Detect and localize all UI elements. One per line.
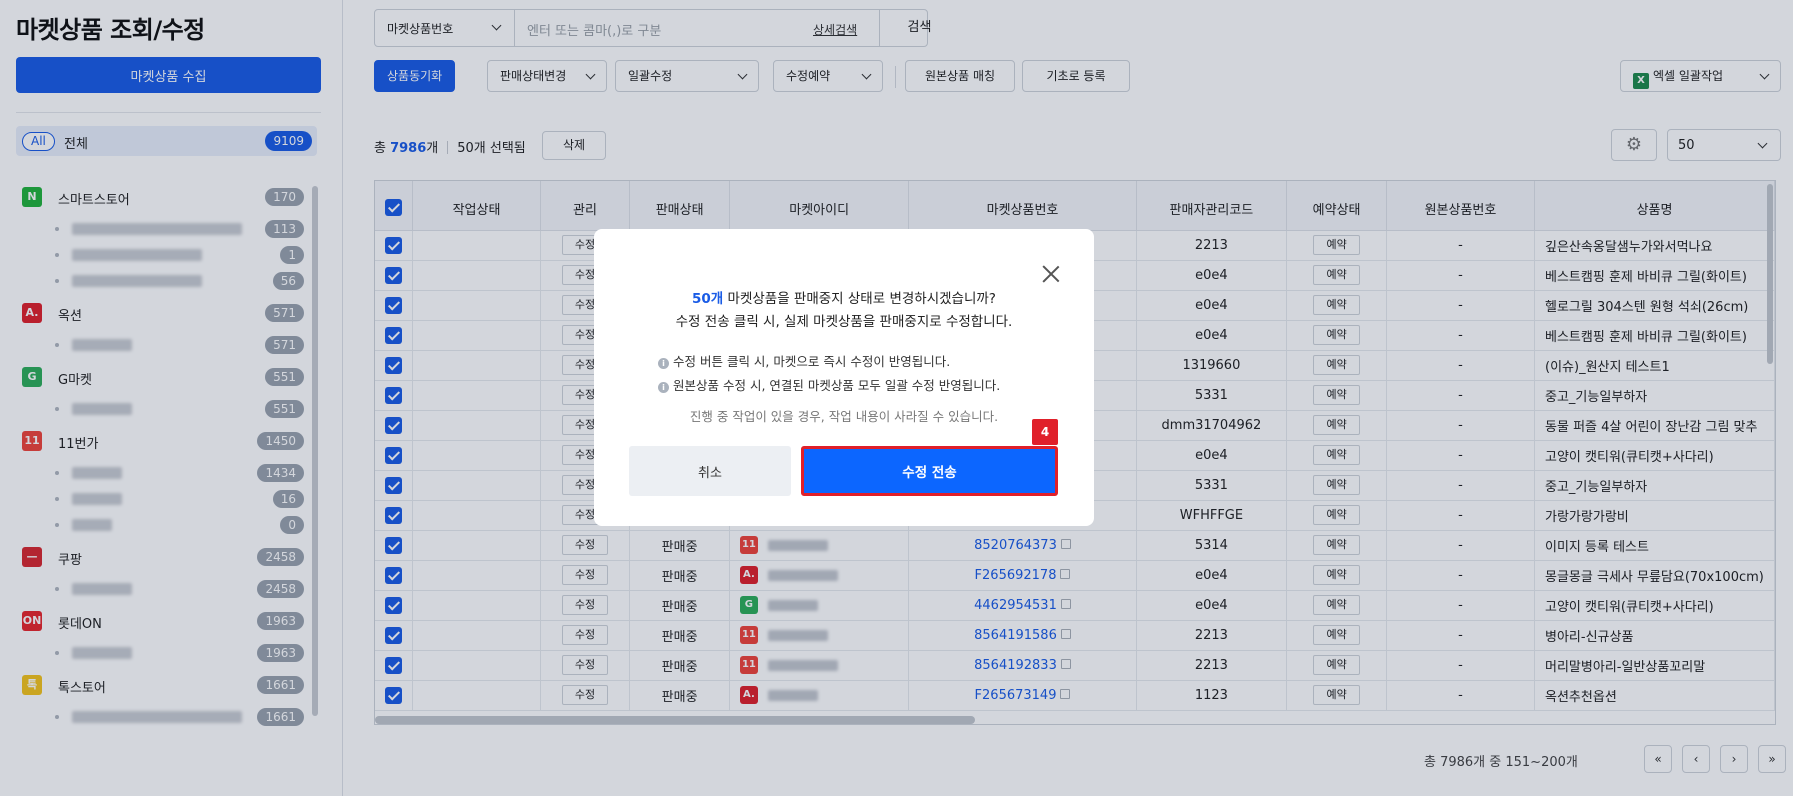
dialog-message: 50개 마켓상품을 판매중지 상태로 변경하시겠습니까? xyxy=(594,287,1094,307)
dialog-note-2: i 원본상품 수정 시, 연결된 마켓상품 모두 일괄 수정 반영됩니다. xyxy=(658,375,1000,394)
cancel-button[interactable]: 취소 xyxy=(629,446,791,496)
dialog-note-2-text: 원본상품 수정 시, 연결된 마켓상품 모두 일괄 수정 반영됩니다. xyxy=(673,378,1001,393)
close-icon[interactable] xyxy=(1042,265,1060,283)
confirm-dialog: 50개 마켓상품을 판매중지 상태로 변경하시겠습니까? 수정 전송 클릭 시,… xyxy=(594,229,1094,526)
submit-edit-button[interactable]: 수정 전송 xyxy=(801,446,1058,496)
info-icon: i xyxy=(658,382,669,393)
dialog-warning: 진행 중 작업이 있을 경우, 작업 내용이 사라질 수 있습니다. xyxy=(689,409,999,424)
dialog-message-rest: 마켓상품을 판매중지 상태로 변경하시겠습니까? xyxy=(723,291,996,307)
step-badge: 4 xyxy=(1032,419,1058,445)
info-icon: i xyxy=(658,358,669,369)
dialog-count: 50개 xyxy=(692,291,724,307)
dialog-subtext: 수정 전송 클릭 시, 실제 마켓상품을 판매중지로 수정합니다. xyxy=(675,314,1013,330)
dialog-note-1-text: 수정 버튼 클릭 시, 마켓으로 즉시 수정이 반영됩니다. xyxy=(673,354,951,369)
dialog-note-1: i 수정 버튼 클릭 시, 마켓으로 즉시 수정이 반영됩니다. xyxy=(658,351,950,370)
